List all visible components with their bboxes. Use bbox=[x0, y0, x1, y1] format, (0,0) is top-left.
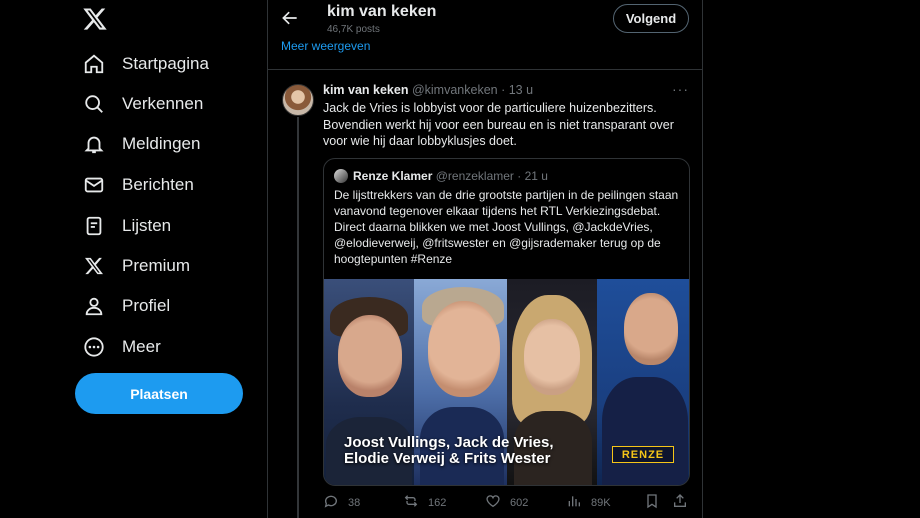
nav-item-profiel[interactable]: Profiel bbox=[82, 286, 170, 326]
quote-media-image[interactable]: Joost Vullings, Jack de Vries, Elodie Ve… bbox=[324, 279, 689, 485]
reply-icon bbox=[323, 493, 339, 512]
tweet-header: kim van keken @kimvankeken · 13 u bbox=[323, 83, 533, 97]
nav-label: Berichten bbox=[122, 175, 194, 194]
tweet-actions: 38 162 602 89K bbox=[323, 493, 691, 513]
person-silhouette bbox=[602, 377, 688, 485]
bell-icon bbox=[82, 132, 106, 156]
nav-item-meer[interactable]: Meer bbox=[82, 327, 161, 367]
nav-label: Premium bbox=[122, 256, 191, 275]
avatar[interactable] bbox=[282, 84, 314, 116]
post-button[interactable]: Plaatsen bbox=[75, 373, 243, 414]
list-icon bbox=[82, 214, 106, 238]
bar-chart-icon bbox=[566, 493, 582, 512]
caption-line: Joost Vullings, Jack de Vries, bbox=[344, 434, 554, 451]
view-count: 89K bbox=[591, 496, 611, 509]
repost-icon bbox=[403, 493, 419, 512]
repost-count: 162 bbox=[428, 496, 447, 509]
back-arrow-icon[interactable] bbox=[280, 8, 302, 30]
nav-label: Lijsten bbox=[122, 216, 172, 235]
page-title: kim van keken bbox=[327, 3, 437, 20]
author-handle-time[interactable]: @kimvankeken · 13 u bbox=[412, 83, 533, 97]
envelope-icon bbox=[82, 173, 106, 197]
share-icon[interactable] bbox=[672, 493, 688, 509]
x-logo-icon bbox=[82, 254, 106, 278]
show-more-link[interactable]: Meer weergeven bbox=[281, 39, 370, 53]
nav-item-premium[interactable]: Premium bbox=[82, 246, 190, 286]
main-column: kim van keken 46,7K posts Volgend Meer w… bbox=[267, 0, 703, 518]
author-name[interactable]: kim van keken bbox=[323, 83, 408, 97]
views-button[interactable]: 89K bbox=[566, 493, 611, 512]
nav-label: Meldingen bbox=[122, 134, 201, 153]
thread-line bbox=[297, 117, 299, 518]
nav-label: Verkennen bbox=[122, 94, 204, 113]
person-icon bbox=[82, 294, 106, 318]
like-count: 602 bbox=[510, 496, 529, 509]
reply-button[interactable]: 38 bbox=[323, 493, 360, 512]
person-face bbox=[524, 319, 580, 395]
post-count: 46,7K posts bbox=[327, 24, 380, 35]
home-icon bbox=[82, 52, 106, 76]
following-button[interactable]: Volgend bbox=[613, 4, 689, 33]
left-navigation: Startpagina Verkennen Meldingen Berichte… bbox=[72, 0, 262, 518]
more-circle-icon bbox=[82, 335, 106, 359]
quote-header: Renze Klamer @renzeklamer · 21 u bbox=[353, 169, 548, 183]
brand-label: RENZE bbox=[612, 446, 674, 463]
tweet[interactable]: kim van keken @kimvankeken · 13 u ··· Ja… bbox=[268, 71, 702, 518]
search-icon bbox=[82, 92, 106, 116]
nav-label: Startpagina bbox=[122, 54, 209, 73]
quote-avatar[interactable] bbox=[334, 169, 348, 183]
quote-author-name[interactable]: Renze Klamer bbox=[353, 169, 432, 183]
x-logo-icon[interactable] bbox=[82, 6, 110, 34]
bookmark-icon[interactable] bbox=[644, 493, 660, 509]
person-face bbox=[624, 293, 678, 365]
repost-button[interactable]: 162 bbox=[403, 493, 446, 512]
quote-text: De lijsttrekkers van de drie grootste pa… bbox=[334, 188, 679, 266]
nav-item-startpagina[interactable]: Startpagina bbox=[82, 44, 209, 84]
profile-header: kim van keken 46,7K posts Volgend Meer w… bbox=[268, 0, 702, 70]
nav-item-verkennen[interactable]: Verkennen bbox=[82, 84, 203, 124]
quoted-tweet[interactable]: Renze Klamer @renzeklamer · 21 u De lijs… bbox=[323, 158, 690, 486]
media-caption: Joost Vullings, Jack de Vries, Elodie Ve… bbox=[344, 435, 554, 467]
quote-author-handle-time[interactable]: @renzeklamer · 21 u bbox=[436, 169, 548, 183]
nav-label: Profiel bbox=[122, 296, 171, 315]
more-options-icon[interactable]: ··· bbox=[672, 81, 689, 97]
caption-line: Elodie Verweij & Frits Wester bbox=[344, 450, 551, 467]
reply-count: 38 bbox=[348, 496, 361, 509]
like-button[interactable]: 602 bbox=[485, 493, 528, 512]
nav-item-meldingen[interactable]: Meldingen bbox=[82, 124, 200, 164]
heart-icon bbox=[485, 493, 501, 512]
tweet-text: Jack de Vries is lobbyist voor de partic… bbox=[323, 101, 674, 148]
nav-item-lijsten[interactable]: Lijsten bbox=[82, 206, 171, 246]
nav-label: Meer bbox=[122, 337, 161, 356]
person-face bbox=[338, 315, 402, 397]
nav-item-berichten[interactable]: Berichten bbox=[82, 165, 194, 205]
person-face bbox=[428, 301, 500, 397]
